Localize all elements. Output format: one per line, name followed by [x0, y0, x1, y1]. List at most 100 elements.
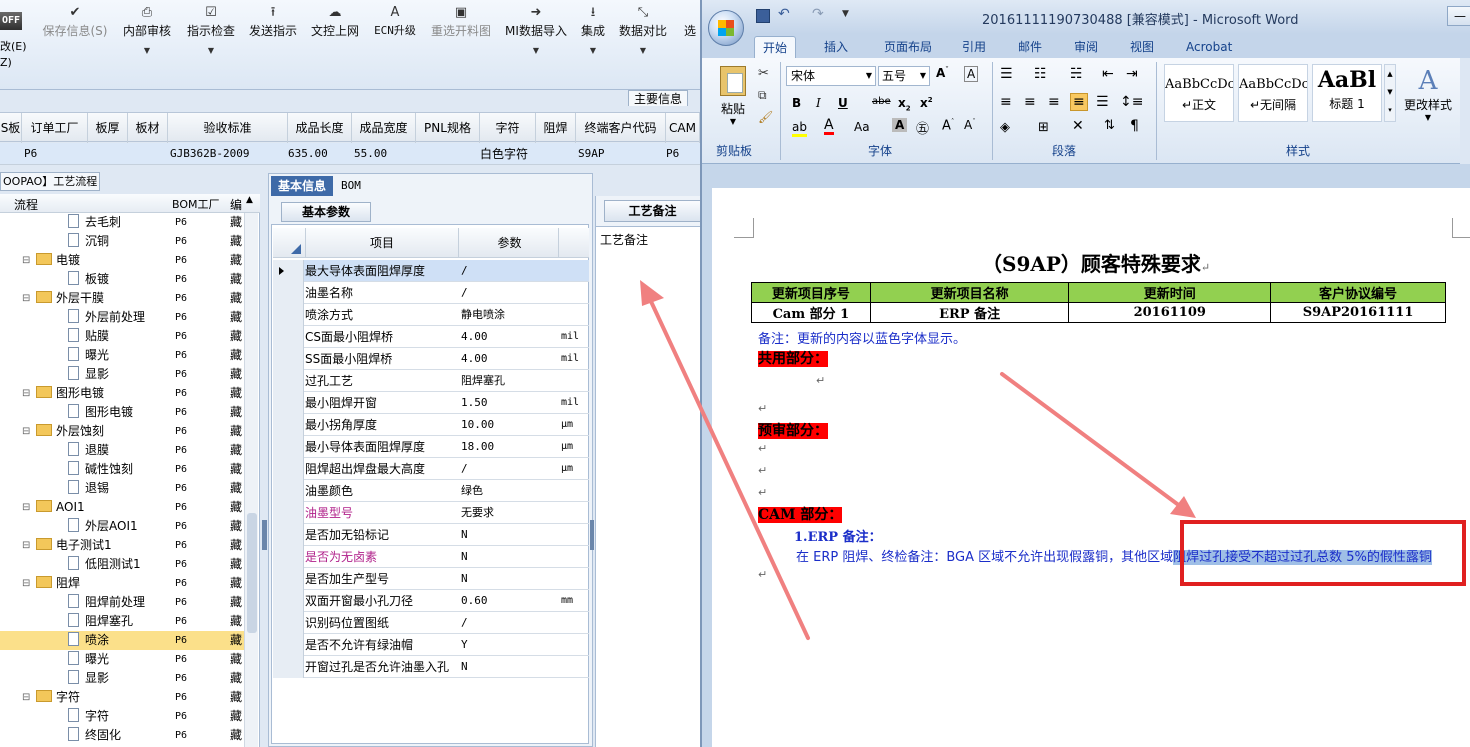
highlight-icon[interactable]: ab: [792, 120, 807, 137]
collapse-icon[interactable]: ⊟: [22, 574, 30, 593]
minimize-icon[interactable]: —: [1447, 6, 1470, 26]
format-painter-icon[interactable]: 🖌: [758, 110, 773, 124]
param-row[interactable]: 是否为无卤素 N: [273, 546, 589, 568]
section-basic-params[interactable]: 基本参数: [281, 202, 371, 222]
style-heading1[interactable]: AaBl 标题 1: [1312, 64, 1382, 122]
tree-row[interactable]: ⊟ 电子测试1 P6 藏: [0, 536, 245, 555]
ribbon-tab[interactable]: 审阅: [1066, 36, 1106, 58]
internal-review-button[interactable]: ⎙ 内部审核 ▼: [118, 4, 176, 64]
tree-row[interactable]: ⊟ 电镀 P6 藏: [0, 251, 245, 270]
param-row[interactable]: 是否不允许有绿油帽 Y: [273, 634, 589, 656]
grid-header[interactable]: 成品长度: [288, 113, 352, 143]
dropdown-arrow-icon[interactable]: ▼: [118, 46, 176, 55]
integrate-button[interactable]: ⭳ 集成 ▼: [576, 4, 610, 64]
ribbon-tab[interactable]: 开始: [754, 36, 797, 58]
param-row[interactable]: 喷涂方式 静电喷涂: [273, 304, 589, 326]
tab-basic-info[interactable]: 基本信息: [271, 176, 333, 196]
tree-row[interactable]: 外层AOI1 P6 藏: [0, 517, 245, 536]
dropdown-arrow-icon[interactable]: ▼: [182, 46, 240, 55]
change-styles-button[interactable]: A 更改样式 ▼: [1400, 66, 1456, 122]
document-page[interactable]: （S9AP）顾客特殊要求↵ 更新项目序号 更新项目名称 更新时间 客户协议编号 …: [712, 188, 1470, 747]
decrease-indent-icon[interactable]: ⇤: [1102, 66, 1114, 82]
send-instruction-button[interactable]: ⭱ 发送指示: [244, 4, 302, 64]
tab-process-note[interactable]: 工艺备注: [604, 200, 701, 222]
ribbon-tab[interactable]: 引用: [954, 36, 994, 58]
subscript-icon[interactable]: x2: [898, 96, 911, 112]
param-row[interactable]: 油墨名称 /: [273, 282, 589, 304]
ribbon-tab[interactable]: 邮件: [1010, 36, 1050, 58]
clear-format-icon[interactable]: A: [964, 66, 979, 82]
quick-access-dropdown-icon[interactable]: ▼: [842, 9, 849, 19]
param-row[interactable]: 过孔工艺 阻焊塞孔: [273, 370, 589, 392]
shrink-font-icon[interactable]: Aˇ: [964, 118, 976, 132]
tree-row[interactable]: 贴膜 P6 藏: [0, 327, 245, 346]
style-normal[interactable]: AaBbCcDc ↵正文: [1164, 64, 1234, 122]
reselect-cutting-button[interactable]: ▣ 重选开料图: [426, 4, 496, 64]
tree-row[interactable]: 显影 P6 藏: [0, 365, 245, 384]
scroll-up-icon[interactable]: ▲: [246, 195, 253, 205]
align-right-icon[interactable]: ≡: [1048, 94, 1060, 110]
redo-icon[interactable]: ↷: [812, 6, 824, 22]
ribbon-tab[interactable]: 页面布局: [876, 36, 940, 58]
font-size-select[interactable]: 五号 ▼: [878, 66, 930, 86]
param-row[interactable]: 开窗过孔是否允许油墨入孔 N: [273, 656, 589, 678]
tree-row[interactable]: 阻焊前处理 P6 藏: [0, 593, 245, 612]
param-row[interactable]: 最小阻焊开窗 1.50 mil: [273, 392, 589, 414]
font-color-icon[interactable]: A: [824, 118, 834, 135]
italic-icon[interactable]: I: [816, 96, 821, 110]
enclose-char-icon[interactable]: ㊄: [916, 118, 929, 137]
collapse-icon[interactable]: ⊟: [22, 422, 30, 441]
line-spacing-icon[interactable]: ↕≡: [1120, 94, 1143, 110]
grid-header[interactable]: 验收标准: [168, 113, 288, 143]
cut-icon[interactable]: ✂: [758, 66, 769, 81]
ribbon-tab[interactable]: 视图: [1122, 36, 1162, 58]
ecn-upgrade-button[interactable]: A ECN升级: [368, 4, 422, 64]
collapse-icon[interactable]: ⊟: [22, 289, 30, 308]
save-info-button[interactable]: ✔ 保存信息(S): [38, 4, 112, 64]
grid-header[interactable]: PNL规格: [416, 113, 480, 143]
param-row[interactable]: 阻焊超出焊盘最大高度 / μm: [273, 458, 589, 480]
tree-row[interactable]: ⊟ 外层干膜 P6 藏: [0, 289, 245, 308]
tree-row[interactable]: ⊟ 字符 P6 藏: [0, 688, 245, 707]
grid-header[interactable]: 板材: [128, 113, 168, 143]
copy-icon[interactable]: ⧉: [758, 88, 767, 103]
order-grid-row[interactable]: P6 GJB362B-2009 635.00 55.00 白色字符 S9AP P…: [0, 143, 700, 165]
param-row[interactable]: 是否加无铅标记 N: [273, 524, 589, 546]
tab-bom[interactable]: BOM: [341, 176, 361, 196]
multilevel-icon[interactable]: ☵: [1070, 66, 1083, 82]
grid-header[interactable]: 订单工厂: [22, 113, 88, 143]
dropdown-arrow-icon[interactable]: ▼: [576, 46, 610, 55]
tree-row[interactable]: ⊟ 阻焊 P6 藏: [0, 574, 245, 593]
tree-row[interactable]: 字符 P6 藏: [0, 707, 245, 726]
collapse-icon[interactable]: ⊟: [22, 688, 30, 707]
param-row[interactable]: CS面最小阻焊桥 4.00 mil: [273, 326, 589, 348]
bold-icon[interactable]: B: [792, 96, 801, 110]
ribbon-tab[interactable]: 插入: [816, 36, 856, 58]
numbering-icon[interactable]: ☷: [1034, 66, 1047, 82]
doc-online-button[interactable]: ☁ 文控上网: [306, 4, 364, 64]
tree-row[interactable]: 显影 P6 藏: [0, 669, 245, 688]
grid-header[interactable]: 终端客户代码: [576, 113, 666, 143]
select-button[interactable]: 选: [680, 4, 700, 64]
tree-row[interactable]: 外层前处理 P6 藏: [0, 308, 245, 327]
param-row[interactable]: 是否加生产型号 N: [273, 568, 589, 590]
param-row[interactable]: 最大导体表面阻焊厚度 /: [273, 260, 589, 282]
undo-icon[interactable]: ↶: [778, 6, 790, 22]
instruction-check-button[interactable]: ☑ 指示检查 ▼: [182, 4, 240, 64]
collapse-icon[interactable]: ⊟: [22, 498, 30, 517]
tree-scrollbar[interactable]: [244, 213, 258, 747]
tree-row[interactable]: 曝光 P6 藏: [0, 346, 245, 365]
bullets-icon[interactable]: ☰: [1000, 66, 1013, 82]
superscript-icon[interactable]: x2: [920, 96, 933, 110]
tree-row[interactable]: 低阻测试1 P6 藏: [0, 555, 245, 574]
tree-row[interactable]: 沉铜 P6 藏: [0, 232, 245, 251]
tree-row[interactable]: 喷涂 P6 藏: [0, 631, 245, 650]
param-row[interactable]: 双面开窗最小孔刀径 0.60 mm: [273, 590, 589, 612]
grow-font-icon[interactable]: Aˇ: [936, 66, 949, 80]
align-center-icon[interactable]: ≡: [1024, 94, 1036, 110]
grow-font-icon-2[interactable]: Aˆ: [942, 118, 954, 133]
param-row[interactable]: 最小导体表面阻焊厚度 18.00 μm: [273, 436, 589, 458]
collapse-icon[interactable]: ⊟: [22, 251, 30, 270]
tree-row[interactable]: ⊟ AOI1 P6 藏: [0, 498, 245, 517]
style-gallery-scroll[interactable]: ▲ ▼ ▾: [1384, 64, 1396, 122]
